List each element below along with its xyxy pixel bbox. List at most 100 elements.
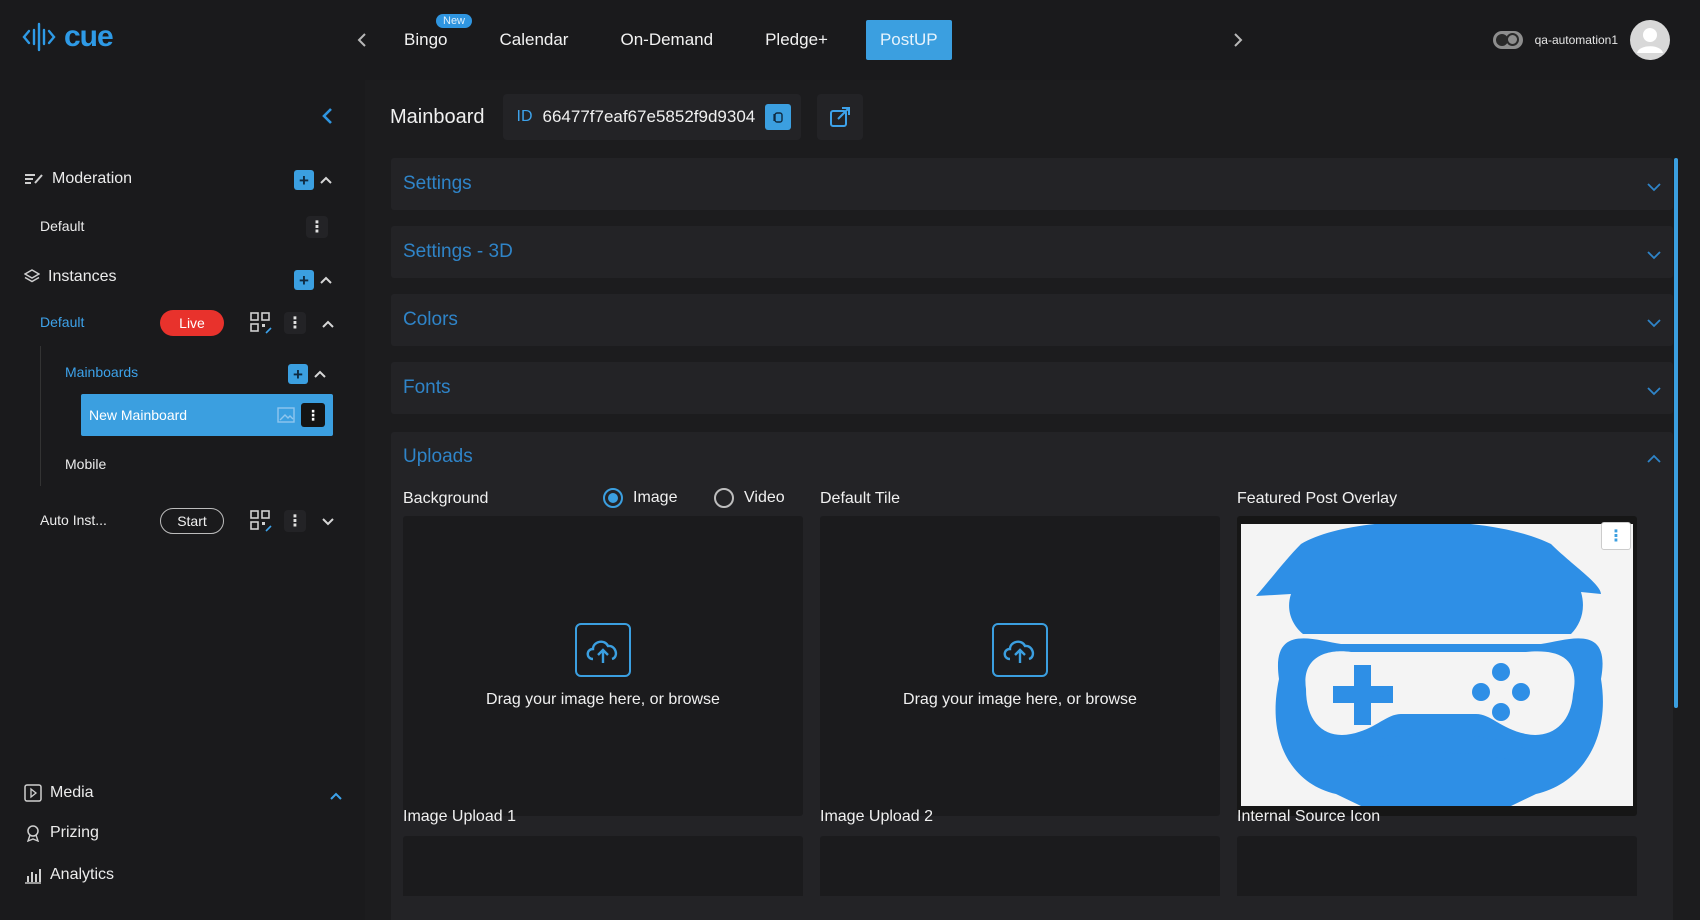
bar-chart-icon — [25, 869, 41, 884]
tab-label: Pledge+ — [765, 30, 828, 49]
image-upload-2-dropzone[interactable] — [820, 836, 1220, 896]
internal-source-icon-dropzone[interactable] — [1237, 836, 1637, 896]
chevron-up-icon[interactable] — [328, 788, 344, 804]
dropzone-text: Drag your image here, or browse — [903, 691, 1137, 708]
sidebar-item-moderation-default[interactable]: Default — [40, 218, 84, 234]
scrollbar[interactable] — [1674, 158, 1678, 708]
media-icon — [24, 784, 42, 802]
radio-label: Video — [744, 489, 785, 506]
background-label: Background — [403, 490, 489, 507]
sidebar-item-label: Auto Inst... — [40, 512, 107, 528]
sidebar-item-label: Mobile — [65, 456, 107, 472]
sidebar-item-analytics[interactable]: Analytics — [24, 866, 114, 884]
award-icon — [26, 825, 40, 842]
sidebar-item-prizing[interactable]: Prizing — [24, 824, 99, 842]
avatar[interactable] — [1630, 20, 1670, 60]
tab-postup[interactable]: PostUP — [865, 20, 952, 60]
auto-instance-menu-button[interactable]: ⋮ — [284, 510, 306, 532]
add-instance-button[interactable]: + — [294, 270, 314, 290]
instance-default-menu-button[interactable]: ⋮ — [284, 312, 306, 334]
tab-calendar[interactable]: Calendar — [485, 20, 582, 60]
overlay-menu-button[interactable]: ⋮ — [1601, 522, 1631, 550]
image-icon[interactable] — [277, 406, 295, 424]
sidebar-item-mainboards[interactable]: Mainboards — [65, 364, 138, 380]
accordion-label: Settings — [403, 173, 472, 194]
sidebar-section-label: Moderation — [52, 170, 133, 187]
chevron-down-icon — [1647, 244, 1661, 266]
tab-pledge-plus[interactable]: Pledge+ — [751, 20, 842, 60]
theme-toggle[interactable] — [1492, 31, 1523, 49]
default-tile-dropzone[interactable]: Drag your image here, or browse — [820, 516, 1220, 816]
accordion-uploads: Uploads Background Image Video Drag your… — [391, 432, 1673, 920]
sidebar-section-moderation[interactable]: Moderation — [24, 170, 132, 188]
top-bar: cue New Bingo Calendar On-Demand Pledge+… — [0, 0, 1700, 80]
copy-id-button[interactable] — [765, 104, 792, 130]
tab-label: Bingo — [404, 30, 448, 49]
external-link-icon — [830, 107, 851, 127]
sidebar-item-new-mainboard[interactable]: New Mainboard ⋮ — [81, 394, 333, 436]
id-field: ID 66477f7eaf67e5852f9d9304 — [502, 94, 802, 140]
chevron-up-icon[interactable] — [320, 316, 336, 332]
accordion-label: Settings - 3D — [403, 241, 513, 262]
accordion-settings[interactable]: Settings — [391, 158, 1673, 210]
featured-overlay-preview[interactable]: ⋮ — [1237, 516, 1637, 816]
qr-code-icon[interactable] — [250, 312, 272, 334]
chevron-up-icon[interactable] — [1647, 450, 1661, 468]
tab-label: On-Demand — [620, 30, 714, 49]
qr-code-icon[interactable] — [250, 510, 272, 532]
chevron-down-icon — [1647, 312, 1661, 334]
accordion-settings-3d[interactable]: Settings - 3D — [391, 226, 1673, 278]
sidebar-item-auto-instance[interactable]: Auto Inst... — [40, 512, 107, 528]
sidebar-item-label: New Mainboard — [89, 407, 188, 423]
chevron-up-icon[interactable] — [318, 272, 334, 288]
tree-connector — [40, 346, 41, 486]
tab-bingo[interactable]: New Bingo — [390, 14, 473, 60]
moderation-default-menu-button[interactable]: ⋮ — [306, 216, 328, 238]
sidebar-item-label: Prizing — [50, 824, 99, 841]
sidebar-item-instance-default[interactable]: Default — [40, 314, 84, 330]
moon-icon — [1505, 33, 1519, 46]
chevron-down-icon — [1647, 380, 1661, 402]
start-button[interactable]: Start — [160, 508, 224, 534]
accordion-fonts[interactable]: Fonts — [391, 362, 1673, 414]
image-upload-1-dropzone[interactable] — [403, 836, 803, 896]
add-moderation-button[interactable]: + — [294, 170, 314, 190]
sidebar-item-label: Analytics — [50, 866, 115, 883]
sidebar-item-label: Default — [40, 218, 85, 234]
accordion-colors[interactable]: Colors — [391, 294, 1673, 346]
sidebar-item-media[interactable]: Media — [24, 784, 94, 802]
id-label: ID — [516, 108, 533, 125]
id-value: 66477f7eaf67e5852f9d9304 — [542, 107, 756, 126]
sidebar-item-mobile[interactable]: Mobile — [65, 456, 106, 472]
featured-overlay-label: Featured Post Overlay — [1237, 490, 1398, 507]
nav-prev-icon[interactable] — [350, 28, 374, 52]
nav-next-icon[interactable] — [1226, 28, 1250, 52]
product-tabs: New Bingo Calendar On-Demand Pledge+ Pos… — [390, 14, 976, 60]
open-external-button[interactable] — [817, 94, 864, 140]
tab-on-demand[interactable]: On-Demand — [606, 20, 727, 60]
accordion-label: Fonts — [403, 377, 451, 398]
default-tile-label: Default Tile — [820, 490, 901, 507]
cue-logo[interactable]: cue — [22, 20, 114, 54]
waveform-icon — [22, 22, 56, 52]
image-upload-2-label: Image Upload 2 — [820, 808, 933, 825]
account-area: qa-automation1 — [1492, 20, 1670, 60]
background-video-radio[interactable]: Video — [714, 488, 785, 508]
chevron-down-icon[interactable] — [320, 514, 336, 530]
collapse-sidebar-icon[interactable] — [320, 106, 334, 131]
add-mainboard-button[interactable]: + — [288, 364, 308, 384]
accordion-label: Colors — [403, 309, 458, 330]
internal-source-icon-label: Internal Source Icon — [1237, 808, 1381, 825]
account-username: qa-automation1 — [1534, 33, 1618, 47]
radio-label: Image — [633, 489, 678, 506]
background-dropzone[interactable]: Drag your image here, or browse — [403, 516, 803, 816]
chevron-up-icon[interactable] — [318, 172, 334, 188]
radio-selected — [603, 488, 623, 508]
new-mainboard-menu-button[interactable]: ⋮ — [301, 403, 325, 427]
chevron-up-icon[interactable] — [312, 366, 328, 382]
sidebar-section-instances[interactable]: Instances — [24, 268, 116, 286]
live-status-badge[interactable]: Live — [160, 310, 224, 336]
accordion-label[interactable]: Uploads — [403, 446, 473, 468]
background-image-radio[interactable]: Image — [603, 488, 677, 508]
moderation-icon — [25, 174, 43, 184]
